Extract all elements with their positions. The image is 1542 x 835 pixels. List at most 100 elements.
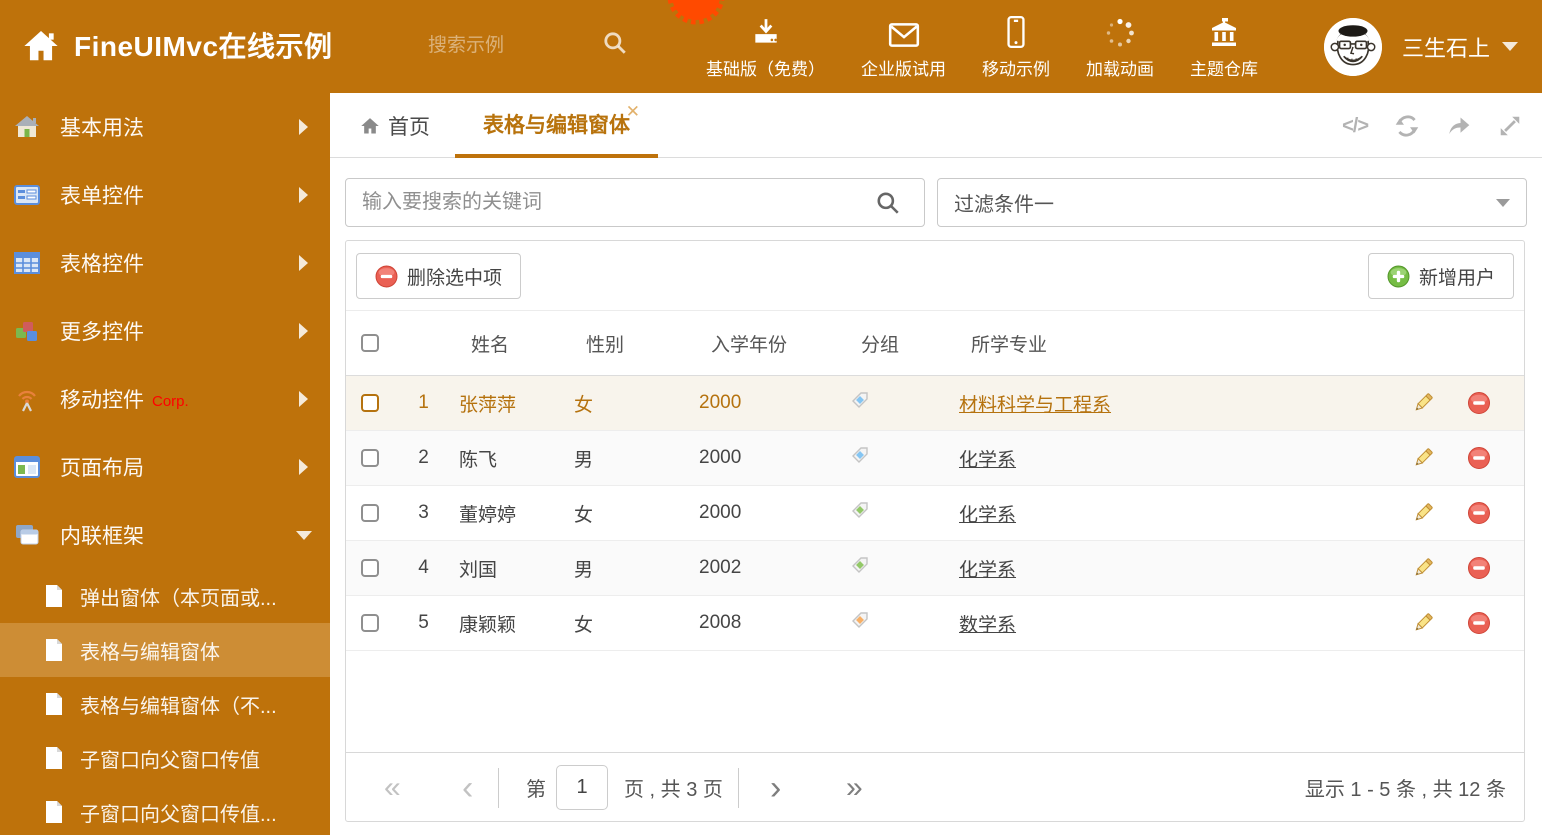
chevron-right-icon (299, 323, 308, 339)
delete-selected-button[interactable]: 删除选中项 (356, 253, 522, 299)
edit-pencil-icon[interactable] (1411, 391, 1435, 415)
search-icon[interactable] (875, 190, 901, 216)
sidebar-subitem-grid-edit-window[interactable]: 表格与编辑窗体 (0, 623, 330, 677)
cell-major: 化学系 (951, 500, 1379, 527)
file-icon (44, 584, 64, 608)
delete-row-icon[interactable] (1467, 391, 1491, 415)
edit-pencil-icon[interactable] (1411, 446, 1435, 470)
table-row[interactable]: 3 董婷婷 女 2000 化学系 (346, 486, 1524, 541)
sidebar-item-grid-controls[interactable]: 表格控件 (0, 229, 330, 297)
header-search-icon[interactable] (602, 30, 628, 56)
keyword-search-input[interactable] (345, 178, 925, 227)
cell-name: 康颖颖 (459, 614, 517, 636)
sidebar-item-basic-usage[interactable]: 基本用法 (0, 93, 330, 161)
delete-row-icon[interactable] (1467, 501, 1491, 525)
major-link[interactable]: 材料科学与工程系 (959, 395, 1111, 416)
row-checkbox[interactable] (361, 504, 379, 522)
select-all-checkbox[interactable] (361, 334, 379, 352)
column-header-year[interactable]: 入学年份 (691, 330, 841, 357)
sidebar-item-label: 移动控件 (60, 389, 144, 412)
prev-page-button[interactable]: ‹ (462, 753, 473, 822)
cell-year: 2000 (699, 447, 742, 468)
edit-pencil-icon[interactable] (1411, 556, 1435, 580)
chevron-right-icon (299, 119, 308, 135)
edit-pencil-icon[interactable] (1411, 501, 1435, 525)
table-row[interactable]: 5 康颖颖 女 2008 数学系 (346, 596, 1524, 651)
chevron-down-icon (296, 530, 312, 540)
last-page-button[interactable]: » (846, 753, 863, 822)
sidebar-item-label: 更多控件 (60, 321, 144, 344)
table-row[interactable]: 4 刘国 男 2002 化学系 (346, 541, 1524, 596)
column-header-group[interactable]: 分组 (841, 330, 951, 357)
major-link[interactable]: 化学系 (959, 560, 1016, 581)
share-icon[interactable] (1446, 114, 1472, 138)
tag-icon (852, 612, 868, 628)
page-label-prefix: 第 (526, 779, 546, 801)
delete-row-icon[interactable] (1467, 611, 1491, 635)
tab-bar: 首页 表格与编辑窗体 ✕ </> (330, 93, 1542, 158)
major-link[interactable]: 化学系 (959, 505, 1016, 526)
row-checkbox[interactable] (361, 559, 379, 577)
sidebar-subitem-child-to-parent-2[interactable]: 子窗口向父窗口传值... (0, 785, 330, 835)
nav-item-mobile-demo[interactable]: 移动示例 (964, 13, 1068, 80)
next-page-button[interactable]: › (770, 753, 781, 822)
add-user-label: 新增用户 (1418, 267, 1495, 289)
nav-item-enterprise-trial[interactable]: 企业版试用 (843, 13, 964, 80)
column-header-major[interactable]: 所学专业 (951, 330, 1379, 357)
add-user-button[interactable]: 新增用户 (1367, 253, 1514, 299)
tag-icon (852, 392, 868, 408)
pagination-bar: « ‹ 第 页 , 共 3 页 › » 显示 1 - 5 条 , 共 12 条 (346, 752, 1524, 821)
sidebar-item-inline-frame[interactable]: 内联框架 (0, 501, 330, 569)
sidebar-item-page-layout[interactable]: 页面布局 (0, 433, 330, 501)
cell-year: 2000 (699, 502, 742, 523)
table-row[interactable]: 1 张萍萍 女 2000 材料科学与工程系 (346, 376, 1524, 431)
column-header-name[interactable]: 姓名 (451, 330, 566, 357)
sidebar-item-mobile-controls[interactable]: 移动控件 Corp. (0, 365, 330, 433)
filter-dropdown-value: 过滤条件一 (954, 194, 1054, 216)
frames-icon (14, 522, 40, 548)
nav-item-theme-repo[interactable]: 主题仓库 (1172, 13, 1276, 80)
app-title: FineUIMvc在线示例 (74, 31, 333, 62)
refresh-icon[interactable] (1394, 114, 1420, 138)
cell-actions (1379, 391, 1524, 415)
row-checkbox[interactable] (361, 394, 379, 412)
sidebar-subitem-grid-edit-window-2[interactable]: 表格与编辑窗体（不... (0, 677, 330, 731)
nav-item-loading-animation[interactable]: 加载动画 (1068, 13, 1172, 80)
page-number-input[interactable] (556, 765, 608, 810)
nav-item-basic-free[interactable]: FREE! 基础版（免费） (667, 0, 843, 80)
sidebar-subitem-popup-window[interactable]: 弹出窗体（本页面或... (0, 569, 330, 623)
tab-home[interactable]: 首页 (360, 93, 430, 158)
major-link[interactable]: 数学系 (959, 615, 1016, 636)
cell-year: 2000 (699, 392, 742, 413)
row-checkbox[interactable] (361, 614, 379, 632)
sidebar-subitem-child-to-parent[interactable]: 子窗口向父窗口传值 (0, 731, 330, 785)
tab-grid-edit-window[interactable]: 表格与编辑窗体 ✕ (455, 93, 658, 158)
filter-dropdown[interactable]: 过滤条件一 (937, 178, 1527, 227)
cell-actions (1379, 611, 1524, 635)
user-menu[interactable]: 三生石上 (1323, 0, 1518, 93)
table-row[interactable]: 2 陈飞 男 2000 化学系 (346, 431, 1524, 486)
header-search-input[interactable] (428, 28, 588, 64)
row-checkbox[interactable] (361, 449, 379, 467)
cell-gender: 男 (574, 449, 594, 471)
spinner-icon (1104, 13, 1136, 49)
page: FineUIMvc在线示例 FREE! 基础版（免费） 企业版试用 (0, 0, 1542, 835)
delete-row-icon[interactable] (1467, 446, 1491, 470)
column-header-gender[interactable]: 性别 (566, 330, 691, 357)
edit-pencil-icon[interactable] (1411, 611, 1435, 635)
view-source-icon[interactable]: </> (1342, 114, 1369, 138)
cell-name: 刘国 (459, 559, 498, 581)
first-page-button[interactable]: « (384, 753, 401, 822)
tab-close-icon[interactable]: ✕ (626, 103, 640, 120)
delete-row-icon[interactable] (1467, 556, 1491, 580)
table-body: 1 张萍萍 女 2000 材料科学与工程系 2 陈飞 男 2000 化学系 3 … (346, 376, 1524, 651)
chevron-right-icon (299, 187, 308, 203)
sidebar-item-more-controls[interactable]: 更多控件 (0, 297, 330, 365)
sidebar-subitem-label: 子窗口向父窗口传值 (80, 749, 260, 772)
expand-icon[interactable] (1498, 114, 1524, 138)
sidebar-item-label: 表单控件 (60, 185, 144, 208)
sidebar-item-form-controls[interactable]: 表单控件 (0, 161, 330, 229)
major-link[interactable]: 化学系 (959, 450, 1016, 471)
page-label-suffix: 页 , 共 3 页 (624, 779, 723, 801)
home-logo-icon[interactable] (22, 27, 60, 65)
